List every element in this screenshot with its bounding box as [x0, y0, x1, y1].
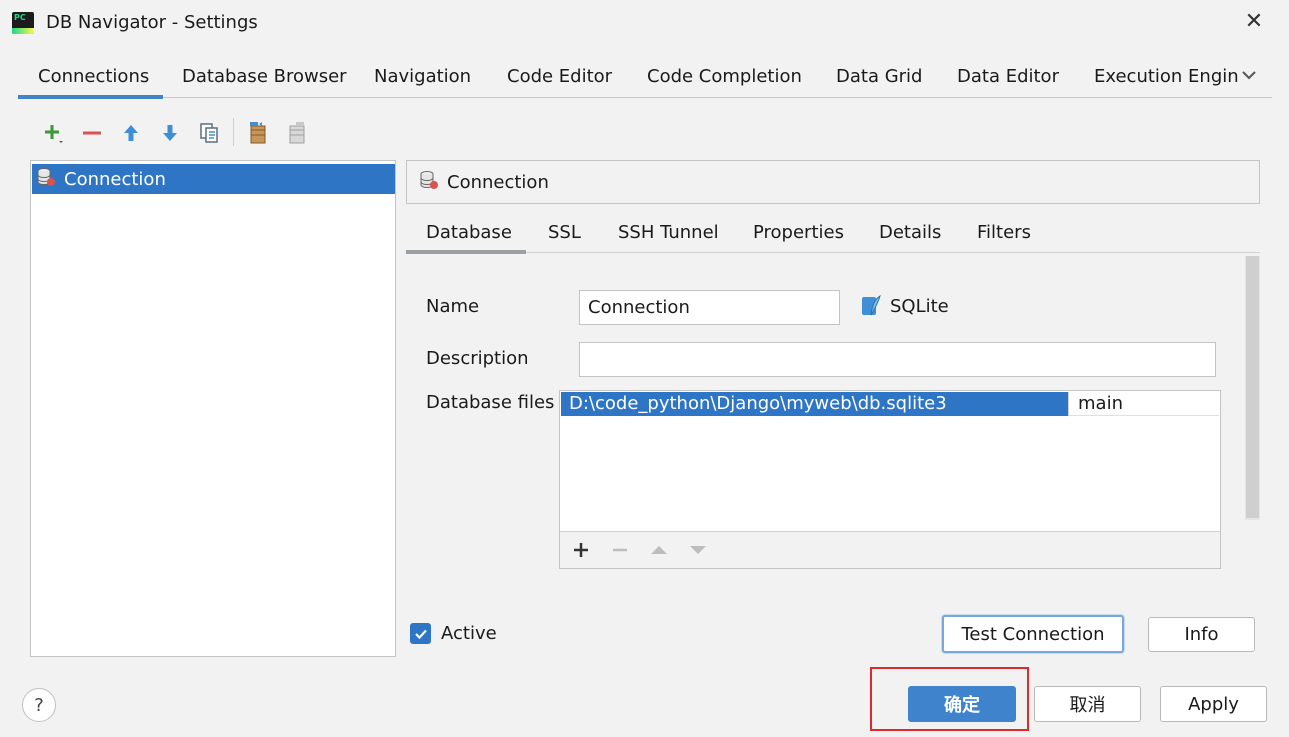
active-tab-indicator [18, 95, 163, 99]
database-type: SQLite [860, 294, 949, 318]
description-label: Description [426, 348, 529, 369]
info-button[interactable]: Info [1148, 617, 1255, 652]
connection-list-item-label: Connection [64, 168, 166, 190]
database-connection-icon [419, 170, 439, 195]
checkmark-icon [414, 629, 427, 639]
tab-connections[interactable]: Connections [38, 66, 149, 87]
tab-database[interactable]: Database [426, 222, 512, 243]
database-file-schema[interactable]: main [1068, 392, 1219, 416]
move-down-icon[interactable] [157, 120, 183, 146]
tab-data-editor[interactable]: Data Editor [957, 66, 1059, 87]
remove-icon[interactable] [79, 120, 105, 146]
description-field[interactable] [579, 342, 1216, 377]
tab-execution-engine[interactable]: Execution Engin [1094, 66, 1239, 87]
export-icon[interactable] [245, 120, 271, 146]
tab-code-editor[interactable]: Code Editor [507, 66, 612, 87]
chevron-down-icon[interactable] [1240, 66, 1258, 88]
active-checkbox[interactable] [410, 623, 431, 644]
tab-code-completion[interactable]: Code Completion [647, 66, 802, 87]
move-up-icon[interactable] [647, 538, 671, 562]
table-row[interactable]: D:\code_python\Django\myweb\db.sqlite3 m… [561, 392, 1219, 416]
tab-ssh-tunnel[interactable]: SSH Tunnel [618, 222, 719, 243]
copy-icon[interactable] [196, 120, 222, 146]
add-icon[interactable] [569, 538, 593, 562]
active-label: Active [441, 623, 497, 644]
tab-filters[interactable]: Filters [977, 222, 1031, 243]
database-files-toolbar [560, 531, 1220, 568]
add-icon[interactable] [40, 120, 66, 146]
move-up-icon[interactable] [118, 120, 144, 146]
remove-icon[interactable] [608, 538, 632, 562]
help-button[interactable]: ? [22, 688, 56, 722]
tab-navigation[interactable]: Navigation [374, 66, 471, 87]
tabs-divider [18, 97, 1272, 98]
tab-database-browser[interactable]: Database Browser [182, 66, 347, 87]
tab-details[interactable]: Details [879, 222, 941, 243]
import-icon[interactable] [284, 120, 310, 146]
name-label: Name [426, 296, 480, 317]
toolbar-separator [233, 118, 234, 146]
scrollbar-thumb[interactable] [1246, 256, 1259, 518]
app-icon: PC [12, 12, 34, 34]
sub-tabs-divider [406, 252, 1260, 253]
database-connection-icon [36, 167, 56, 192]
connection-list-item[interactable]: Connection [32, 164, 395, 194]
move-down-icon[interactable] [686, 538, 710, 562]
tab-data-grid[interactable]: Data Grid [836, 66, 922, 87]
active-sub-tab-indicator [406, 250, 526, 254]
sqlite-icon [860, 294, 884, 318]
database-files-table: D:\code_python\Django\myweb\db.sqlite3 m… [559, 390, 1221, 569]
database-type-label: SQLite [890, 295, 949, 317]
apply-button[interactable]: Apply [1160, 686, 1267, 722]
window-title: DB Navigator - Settings [46, 12, 258, 33]
connection-header-title: Connection [447, 171, 549, 193]
tab-ssl[interactable]: SSL [548, 222, 581, 243]
test-connection-button[interactable]: Test Connection [942, 615, 1124, 653]
cancel-button[interactable]: 取消 [1034, 686, 1141, 722]
connection-header: Connection [406, 160, 1260, 204]
ok-button[interactable]: 确定 [908, 686, 1016, 722]
tab-properties[interactable]: Properties [753, 222, 844, 243]
close-icon[interactable]: ✕ [1240, 8, 1268, 36]
database-files-label: Database files [426, 392, 555, 413]
connection-list: Connection [30, 160, 396, 657]
name-field[interactable]: Connection [579, 290, 840, 325]
database-file-path[interactable]: D:\code_python\Django\myweb\db.sqlite3 [561, 392, 1068, 416]
